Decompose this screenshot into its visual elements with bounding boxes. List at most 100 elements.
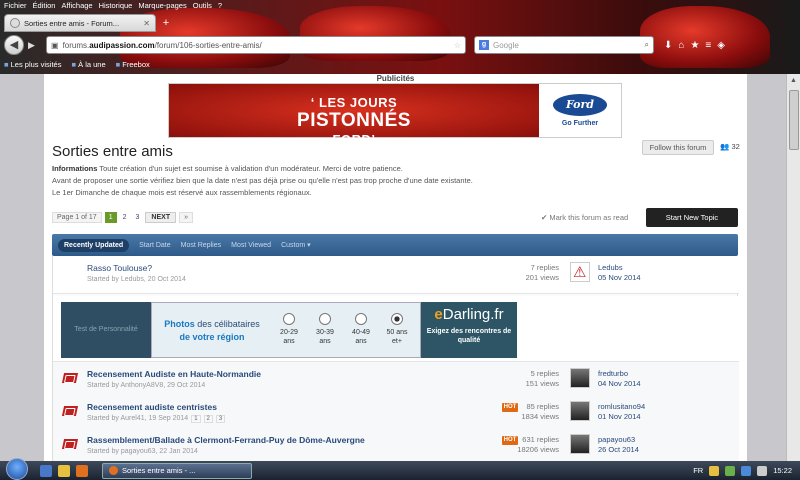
firefox-icon[interactable]	[76, 464, 88, 477]
network-icon[interactable]	[741, 465, 752, 476]
page-link-2[interactable]: 2	[120, 213, 130, 222]
menu-historique[interactable]: Historique	[99, 0, 133, 12]
filter-recently-updated[interactable]: Recently Updated	[58, 238, 130, 252]
avatar[interactable]	[570, 368, 590, 388]
ad-personality-test[interactable]: Test de Personnalité	[61, 302, 151, 358]
menu-fichier[interactable]: Fichier	[4, 0, 27, 12]
last-post-info[interactable]: Ledubs 05 Nov 2014	[598, 263, 641, 283]
topic-status-icon	[61, 373, 79, 383]
menu-help[interactable]: ?	[218, 0, 222, 12]
start-button[interactable]	[6, 457, 28, 480]
last-post-info[interactable]: romlusitano94 01 Nov 2014	[598, 402, 645, 422]
ad-dating-form[interactable]: Photos des célibataires de votre région 2…	[151, 302, 421, 358]
bookmarks-bar: Les plus visités À la une Freebox	[0, 58, 150, 72]
forward-button[interactable]: ▶	[28, 37, 42, 53]
scroll-thumb[interactable]	[789, 90, 799, 150]
filter-most-viewed[interactable]: Most Viewed	[231, 242, 271, 249]
menu-outils[interactable]: Outils	[193, 0, 212, 12]
avatar[interactable]	[570, 262, 590, 282]
menu-affichage[interactable]: Affichage	[61, 0, 92, 12]
mini-page-link[interactable]: 2	[203, 415, 213, 423]
mark-read-link[interactable]: ✔ Mark this forum as read	[541, 213, 628, 222]
topic-status-icon	[61, 406, 79, 416]
bookmark-item[interactable]: À la une	[71, 58, 106, 72]
page-scrollbar[interactable]: ▲	[786, 74, 800, 461]
bookmarks-icon[interactable]: ★	[690, 40, 699, 51]
language-indicator[interactable]: FR	[693, 466, 703, 475]
windows-taskbar: Sorties entre amis - ... FR 15:22	[0, 457, 800, 480]
bookmark-item[interactable]: Freebox	[116, 58, 150, 72]
avatar[interactable]	[570, 401, 590, 421]
table-row[interactable]: Rassemblement/Ballade à Clermont-Ferrand…	[53, 428, 739, 461]
follow-forum-button[interactable]: Follow this forum	[642, 140, 714, 155]
menu-marque-pages[interactable]: Marque-pages	[138, 0, 186, 12]
taskbar-window-button[interactable]: Sorties entre amis - ...	[102, 462, 252, 479]
age-option-radio[interactable]: 20-29 ans	[274, 313, 304, 346]
rss-icon[interactable]: ≡	[705, 40, 711, 51]
topic-stats: 5 replies 151 views	[525, 369, 559, 388]
url-bar[interactable]: ▣ forums.audipassion.com/forum/106-sorti…	[46, 36, 466, 54]
mini-page-link[interactable]: 3	[215, 415, 226, 423]
filter-most-replies[interactable]: Most Replies	[181, 242, 221, 249]
topic-meta: Started by Ledubs, 20 Oct 2014	[87, 276, 186, 283]
topic-stats: 631 replies 18206 views	[517, 435, 559, 454]
url-text: forums.audipassion.com/forum/106-sorties…	[62, 40, 262, 50]
tray-icon[interactable]	[725, 465, 736, 476]
followers-count[interactable]: 👥 32	[720, 142, 740, 151]
topic-title-link[interactable]: Recensement Audiste en Haute-Normandie	[87, 369, 261, 379]
topic-status-icon	[61, 439, 79, 449]
download-icon[interactable]: ⬇	[664, 40, 672, 51]
ford-ad-banner[interactable]: ‘ LES JOURS PISTONNÉS FORD’ Ford Go Furt…	[168, 83, 622, 147]
menu-edition[interactable]: Édition	[33, 0, 56, 12]
next-page-button[interactable]: NEXT	[145, 212, 177, 223]
page-link-1[interactable]: 1	[104, 212, 117, 223]
site-identity-icon[interactable]: ▣	[51, 41, 59, 50]
topic-list: Rasso Toulouse? Started by Ledubs, 20 Oc…	[52, 256, 739, 461]
banner-text: ‘ LES JOURS PISTONNÉS FORD’	[169, 84, 539, 147]
volume-icon[interactable]	[757, 465, 768, 476]
check-icon: ✔	[541, 213, 548, 222]
ad-edarling[interactable]: eDarling.fr Exigez des rencontres de qua…	[421, 302, 517, 358]
tray-icon[interactable]	[709, 465, 720, 476]
mini-page-link[interactable]: 1	[191, 415, 201, 423]
firefox-icon	[109, 466, 118, 475]
bookmark-item[interactable]: Les plus visités	[4, 58, 62, 72]
tab-title: Sorties entre amis - Forum...	[24, 18, 120, 28]
menu-bar: Fichier Édition Affichage Historique Mar…	[0, 0, 222, 12]
search-bar[interactable]: g Google ⌕	[474, 36, 654, 54]
search-icon[interactable]: ⌕	[645, 40, 649, 50]
avatar[interactable]	[570, 434, 590, 454]
ford-logo: Ford Go Further	[539, 84, 621, 137]
filter-custom[interactable]: Custom ▾	[281, 241, 311, 249]
bookmark-star-icon[interactable]: ☆	[454, 41, 461, 50]
topic-meta: Started by AnthonyA8V8, 29 Oct 2014	[87, 382, 206, 389]
filter-start-date[interactable]: Start Date	[139, 242, 171, 249]
edarling-tagline: Exigez des rencontres de qualité	[426, 328, 512, 344]
page-link-3[interactable]: 3	[133, 213, 143, 222]
last-post-info[interactable]: papayou63 26 Oct 2014	[598, 435, 639, 455]
system-tray: FR 15:22	[693, 465, 800, 476]
explorer-icon[interactable]	[58, 464, 70, 477]
favicon-icon	[10, 18, 20, 28]
edarling-logo: eDarling.fr	[434, 306, 504, 323]
back-button[interactable]: ◀	[4, 35, 24, 55]
age-option-radio[interactable]: 50 ans et+	[382, 313, 412, 346]
topic-title-link[interactable]: Rassemblement/Ballade à Clermont-Ferrand…	[87, 435, 365, 445]
browser-tab[interactable]: Sorties entre amis - Forum... ✕	[4, 14, 156, 32]
topic-title-link[interactable]: Rasso Toulouse?	[87, 263, 152, 273]
close-icon[interactable]: ✕	[143, 19, 150, 28]
topic-title-link[interactable]: Recensement audiste centristes	[87, 402, 217, 412]
scroll-up-icon[interactable]: ▲	[787, 74, 800, 88]
last-post-info[interactable]: fredturbo 04 Nov 2014	[598, 369, 641, 389]
clock[interactable]: 15:22	[773, 466, 792, 475]
last-page-button[interactable]: »	[179, 212, 193, 223]
page-title: Sorties entre amis	[52, 143, 173, 160]
desktop-icon[interactable]	[40, 464, 52, 477]
age-option-radio[interactable]: 30-39 ans	[310, 313, 340, 346]
start-new-topic-button[interactable]: Start New Topic	[646, 208, 738, 227]
table-row[interactable]: Rasso Toulouse? Started by Ledubs, 20 Oc…	[53, 256, 739, 294]
addon-icon[interactable]: ◈	[717, 40, 725, 51]
age-option-radio[interactable]: 40-49 ans	[346, 313, 376, 346]
home-icon[interactable]: ⌂	[678, 40, 684, 51]
new-tab-icon[interactable]: +	[159, 16, 173, 30]
